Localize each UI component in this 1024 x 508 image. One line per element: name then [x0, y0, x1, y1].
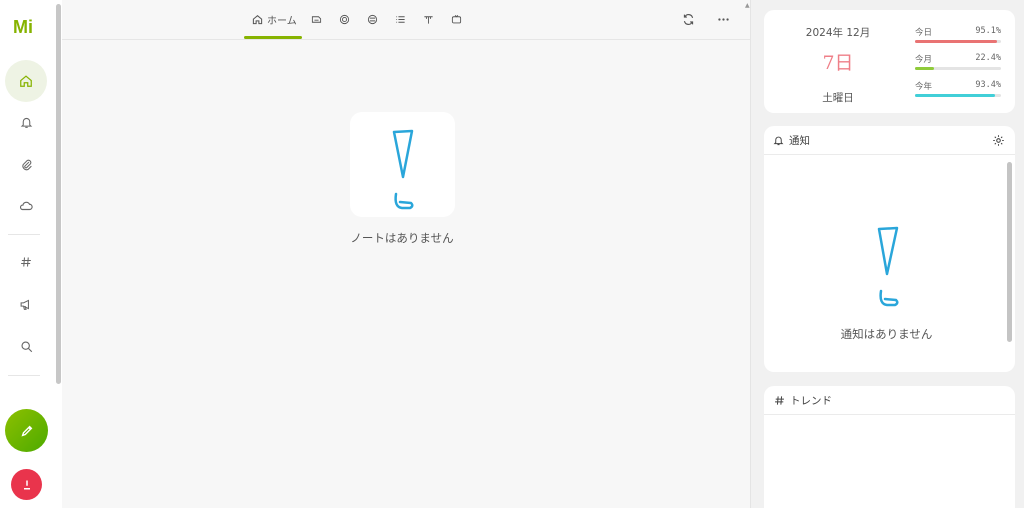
cloud-icon: [19, 201, 33, 211]
trends-widget: トレンド: [764, 386, 1015, 508]
tab-home-label: ホーム: [267, 15, 297, 27]
stat-label: 今月: [915, 55, 933, 65]
channel-icon: [451, 14, 461, 23]
svg-text:Mi: Mi: [13, 17, 33, 37]
stat-month: 今月 22.4%: [915, 53, 1001, 75]
hash-icon: [21, 257, 31, 267]
tab-lists[interactable]: [393, 8, 407, 30]
side-navigation: Mi: [0, 0, 62, 508]
empty-notifications-illustration: [877, 226, 899, 307]
nav-scrollbar[interactable]: [56, 4, 61, 384]
more-button[interactable]: [713, 9, 733, 29]
more-icon: [717, 17, 729, 21]
antenna-icon: [423, 15, 433, 24]
stat-year: 今年 93.4%: [915, 80, 1001, 102]
empty-notifications-text: 通知はありません: [840, 327, 933, 341]
pencil-icon: [21, 425, 32, 436]
stat-percent: 93.4%: [975, 80, 1001, 90]
notifications-header: 通知: [764, 126, 1015, 155]
notifications-scrollbar[interactable]: [1007, 162, 1012, 342]
list-icon: [395, 15, 405, 23]
main-timeline: ホーム ノートはありません: [62, 0, 750, 508]
empty-timeline-text: ノートはありません: [350, 231, 454, 245]
bell-icon: [20, 117, 32, 128]
search-icon: [20, 340, 32, 352]
nav-divider: [8, 234, 40, 235]
trends-title: トレンド: [790, 394, 832, 407]
refresh-button[interactable]: [678, 9, 698, 29]
tab-home[interactable]: ホーム: [252, 8, 297, 30]
calendar-weekday: 土曜日: [822, 92, 854, 104]
empty-timeline-illustration: [350, 112, 455, 217]
stat-percent: 95.1%: [975, 26, 1001, 36]
stat-progress: [915, 40, 997, 43]
nav-divider: [8, 375, 40, 376]
paperclip-icon: [21, 159, 32, 170]
widgets-column: 2024年 12月 7日 土曜日 今日 95.1% 今月 22.4% 今年 93…: [751, 0, 1024, 508]
tab-social[interactable]: [337, 8, 351, 30]
nav-search[interactable]: [6, 326, 46, 366]
global-timeline-icon: [367, 14, 377, 24]
notifications-body: 通知はありません: [764, 156, 1015, 372]
post-button[interactable]: [5, 409, 48, 452]
megaphone-icon: [20, 299, 29, 310]
bell-icon: [773, 136, 784, 145]
tab-global[interactable]: [365, 8, 379, 30]
download-icon: [23, 480, 30, 489]
calendar-day: 7日: [822, 52, 854, 74]
update-button[interactable]: [11, 469, 42, 500]
hash-icon: [775, 395, 784, 405]
nav-clips[interactable]: [6, 144, 46, 184]
nav-home[interactable]: [5, 60, 47, 102]
stat-progress: [915, 67, 935, 70]
calendar-widget: 2024年 12月 7日 土曜日 今日 95.1% 今月 22.4% 今年 93…: [764, 10, 1015, 113]
refresh-icon: [683, 13, 693, 25]
timeline-tabs: ホーム: [62, 0, 750, 40]
calendar-month: 2024年 12月: [805, 27, 871, 39]
stat-today: 今日 95.1%: [915, 26, 1001, 48]
local-timeline-icon: [311, 15, 321, 23]
stat-label: 今年: [915, 82, 933, 92]
nav-notifications[interactable]: [6, 102, 46, 142]
notifications-title: 通知: [789, 134, 810, 147]
active-tab-indicator: [244, 36, 302, 39]
nav-drive[interactable]: [6, 186, 46, 226]
trends-header: トレンド: [764, 386, 1015, 415]
notifications-widget: 通知 通知はありません: [764, 126, 1015, 372]
nav-hashtags[interactable]: [6, 242, 46, 282]
social-timeline-icon: [339, 14, 349, 24]
stat-progress: [915, 94, 996, 97]
tab-local[interactable]: [309, 8, 323, 30]
gear-icon[interactable]: [992, 134, 1005, 147]
scroll-up-arrow[interactable]: ▲: [745, 2, 750, 9]
stat-percent: 22.4%: [975, 53, 1001, 63]
home-icon: [20, 75, 32, 87]
home-icon: [252, 14, 263, 24]
tab-antennas[interactable]: [421, 8, 435, 30]
stat-label: 今日: [915, 28, 933, 38]
app-logo[interactable]: Mi: [13, 17, 41, 37]
tab-channels[interactable]: [449, 8, 463, 30]
nav-announcements[interactable]: [6, 284, 46, 324]
